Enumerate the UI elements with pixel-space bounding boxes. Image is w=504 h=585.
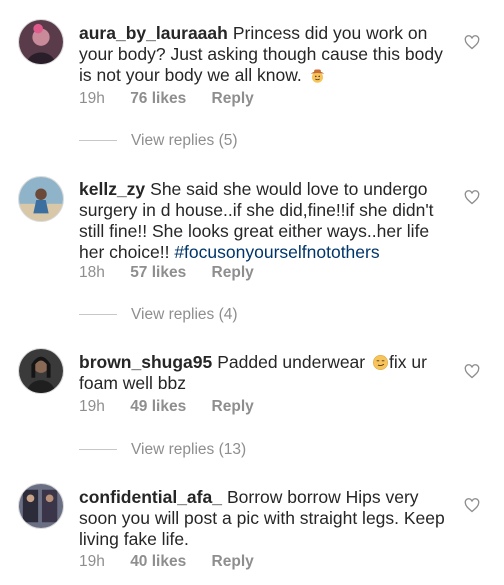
likes-count[interactable]: 49 likes	[130, 398, 186, 415]
view-replies-label: View replies (4)	[131, 306, 238, 323]
divider-line	[79, 314, 117, 316]
comment-text: aura_by_lauraaah Princess did you work on…	[79, 23, 449, 86]
comment-meta: 19h 49 likes Reply	[79, 398, 275, 416]
comment-username[interactable]: kellz_zy	[79, 179, 145, 199]
comment-username[interactable]: brown_shuga95	[79, 352, 212, 372]
comment-body: Padded underwear	[217, 352, 370, 372]
like-heart-icon[interactable]	[464, 35, 480, 50]
view-replies-button[interactable]: View replies (4)	[79, 306, 238, 324]
comment-time: 18h	[79, 264, 105, 281]
likes-count[interactable]: 76 likes	[130, 90, 186, 107]
comment-meta: 19h 76 likes Reply	[79, 90, 275, 108]
comment-text: kellz_zy She said she would love to under…	[79, 179, 449, 263]
comment-meta: 18h 57 likes Reply	[79, 264, 275, 282]
view-replies-label: View replies (5)	[131, 132, 238, 149]
hashtag-link[interactable]: #focusonyourselfnotothers	[174, 242, 379, 262]
divider-line	[79, 449, 117, 451]
smirk-emoji-icon	[372, 354, 389, 371]
like-heart-icon[interactable]	[464, 498, 480, 513]
divider-line	[79, 140, 117, 142]
cowboy-face-emoji-icon	[309, 67, 326, 84]
comment-time: 19h	[79, 90, 105, 107]
avatar[interactable]	[18, 19, 64, 65]
reply-button[interactable]: Reply	[212, 264, 254, 281]
comment-time: 19h	[79, 553, 105, 570]
comment-time: 19h	[79, 398, 105, 415]
comment-text: confidential_afa_ Borrow borrow Hips very…	[79, 487, 449, 550]
like-heart-icon[interactable]	[464, 190, 480, 205]
likes-count[interactable]: 57 likes	[130, 264, 186, 281]
view-replies-button[interactable]: View replies (5)	[79, 132, 238, 150]
view-replies-label: View replies (13)	[131, 441, 247, 458]
likes-count[interactable]: 40 likes	[130, 553, 186, 570]
avatar[interactable]	[18, 176, 64, 222]
avatar[interactable]	[18, 348, 64, 394]
comment-meta: 19h 40 likes Reply	[79, 553, 275, 571]
comment-text: brown_shuga95 Padded underwear fix ur foa…	[79, 352, 449, 394]
comment-username[interactable]: aura_by_lauraaah	[79, 23, 228, 43]
reply-button[interactable]: Reply	[212, 398, 254, 415]
like-heart-icon[interactable]	[464, 364, 480, 379]
reply-button[interactable]: Reply	[212, 90, 254, 107]
view-replies-button[interactable]: View replies (13)	[79, 441, 246, 459]
avatar[interactable]	[18, 483, 64, 529]
reply-button[interactable]: Reply	[212, 553, 254, 570]
comment-username[interactable]: confidential_afa_	[79, 487, 222, 507]
